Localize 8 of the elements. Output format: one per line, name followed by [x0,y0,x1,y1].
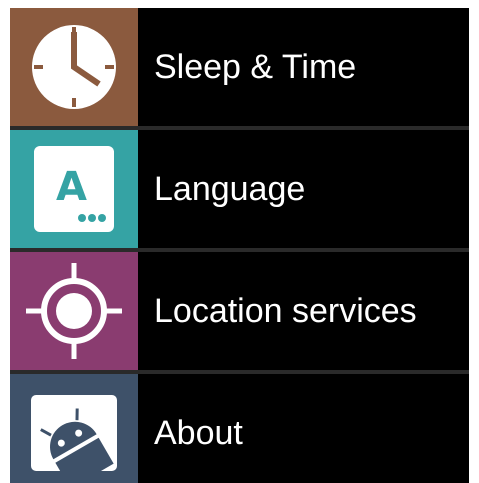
robot-icon [31,395,117,471]
menu-item-label[interactable]: About [154,408,243,458]
letter-a-icon: A [34,146,114,232]
menu-item-label[interactable]: Sleep & Time [154,42,356,92]
menu-item-label[interactable]: Location services [154,286,417,336]
target-icon [26,263,122,359]
clock-icon [29,22,119,112]
menu-item-label[interactable]: Language [154,164,306,214]
